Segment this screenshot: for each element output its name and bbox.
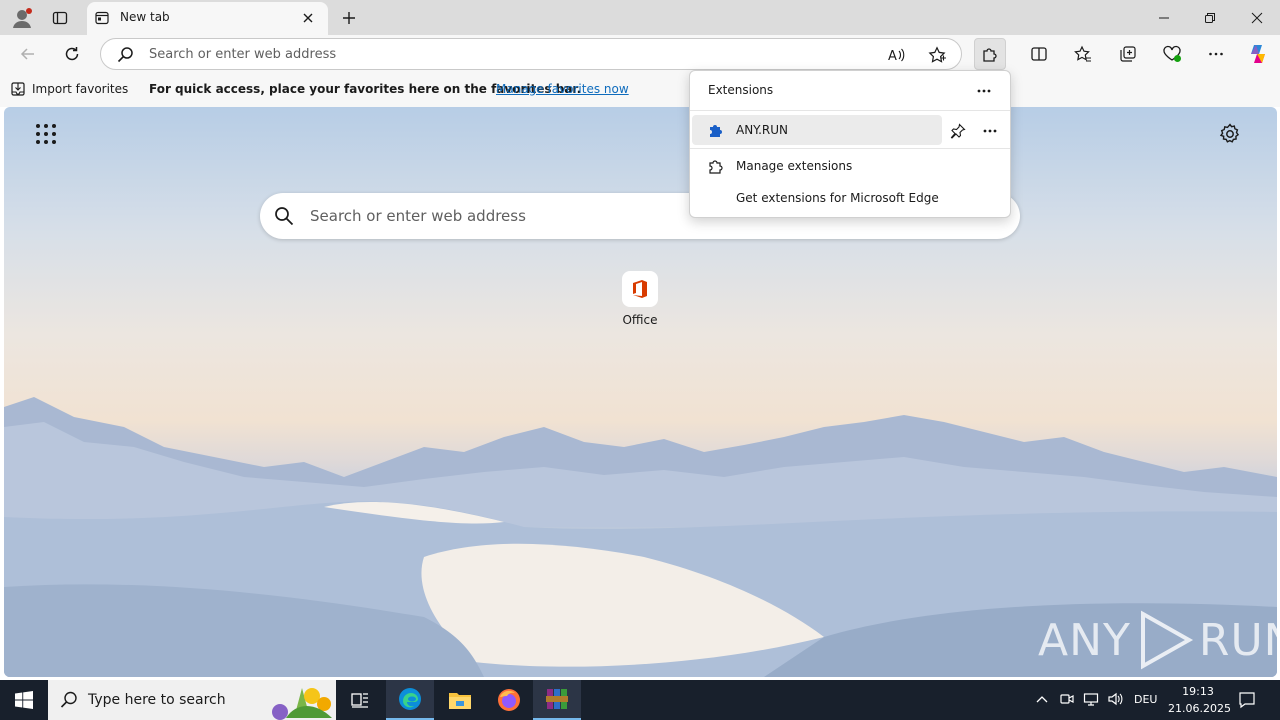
address-input[interactable]: Search or enter web address [149,47,336,62]
favorite-star-icon[interactable] [928,46,946,64]
quick-link-office[interactable]: Office [614,271,666,327]
browser-essentials-icon[interactable] [1156,38,1188,70]
extensions-title: Extensions [708,83,774,97]
svg-text:A: A [888,49,897,64]
favorites-icon[interactable] [1067,38,1099,70]
tab-new-tab[interactable]: New tab [87,2,328,35]
extensions-icon[interactable] [974,38,1006,70]
search-icon [274,206,294,226]
ntp-search-input[interactable]: Search or enter web address [310,207,526,225]
watermark-right: RUN [1198,614,1277,666]
more-icon[interactable] [1200,38,1232,70]
address-bar[interactable]: Search or enter web address A [100,38,962,70]
manage-extensions-item[interactable]: Manage extensions [706,155,996,177]
clock-time: 19:13 [1182,685,1214,698]
extensions-panel: Extensions ANY.RUN Manage extensions Get… [689,70,1011,218]
close-tab-icon[interactable] [301,11,315,25]
import-favorites-button[interactable]: Import favorites [10,81,128,97]
search-highlight-illustration [272,688,332,720]
meet-now-icon[interactable] [1059,691,1075,707]
manage-favorites-link[interactable]: Manage favorites now [496,82,629,96]
more-dots-icon[interactable] [978,119,1002,143]
network-icon[interactable] [1083,691,1099,707]
new-tab-icon[interactable] [338,0,360,35]
more-dots-icon[interactable] [972,79,996,103]
anyrun-watermark: ANY RUN [1038,610,1277,670]
divider [690,148,1010,149]
split-screen-icon[interactable] [1023,38,1055,70]
winrar-icon[interactable] [533,680,581,720]
back-icon[interactable] [12,38,44,70]
profile-icon[interactable] [8,0,36,35]
firefox-icon[interactable] [485,680,533,720]
watermark-left: ANY [1038,614,1131,666]
extension-name: ANY.RUN [736,123,788,137]
search-icon [117,46,134,63]
notification-icon[interactable] [1238,691,1256,709]
settings-icon[interactable] [1218,122,1242,146]
taskbar-search-input[interactable]: Type here to search [88,692,226,708]
file-explorer-icon[interactable] [436,680,484,720]
tab-title: New tab [120,10,170,24]
chevron-up-icon[interactable] [1034,691,1050,707]
new-tab-page: Search or enter web address Office ANY R… [4,107,1277,677]
extension-item-anyrun[interactable]: ANY.RUN [692,115,942,145]
copilot-icon[interactable] [1242,38,1274,70]
import-icon [10,81,26,97]
task-view-icon[interactable] [336,680,384,720]
windows-icon[interactable] [0,680,48,720]
navigation-toolbar: Search or enter web address A [0,35,1280,73]
divider [690,110,1010,111]
get-extensions-link[interactable]: Get extensions for Microsoft Edge [736,191,939,205]
read-aloud-icon[interactable]: A [887,46,905,64]
close-window-icon[interactable] [1234,0,1280,35]
title-bar: New tab [0,0,1280,35]
import-favorites-label: Import favorites [32,82,129,96]
manage-extensions-label: Manage extensions [736,159,853,173]
language-indicator[interactable]: DEU [1134,693,1157,706]
minimize-icon[interactable] [1141,0,1187,35]
puzzle-icon [708,158,724,174]
search-icon [60,691,78,709]
collections-icon[interactable] [1112,38,1144,70]
newtab-page-icon [95,11,109,25]
restore-icon[interactable] [1187,0,1233,35]
clock[interactable]: 19:13 21.06.2025 [1168,683,1231,717]
edge-icon[interactable] [386,680,434,720]
pin-icon[interactable] [946,119,970,143]
refresh-icon[interactable] [56,38,88,70]
favorites-bar: Import favorites For quick access, place… [0,73,1280,107]
tab-actions-icon[interactable] [48,0,72,35]
taskbar-search[interactable]: Type here to search [48,680,336,720]
apps-grid-icon[interactable] [34,122,58,146]
quick-link-label: Office [622,313,658,327]
office-icon [622,271,658,307]
clock-date: 21.06.2025 [1168,702,1231,715]
puzzle-icon [708,122,724,138]
taskbar: Type here to search DEU 19:13 21.06.2025 [0,680,1280,720]
volume-icon[interactable] [1107,691,1123,707]
